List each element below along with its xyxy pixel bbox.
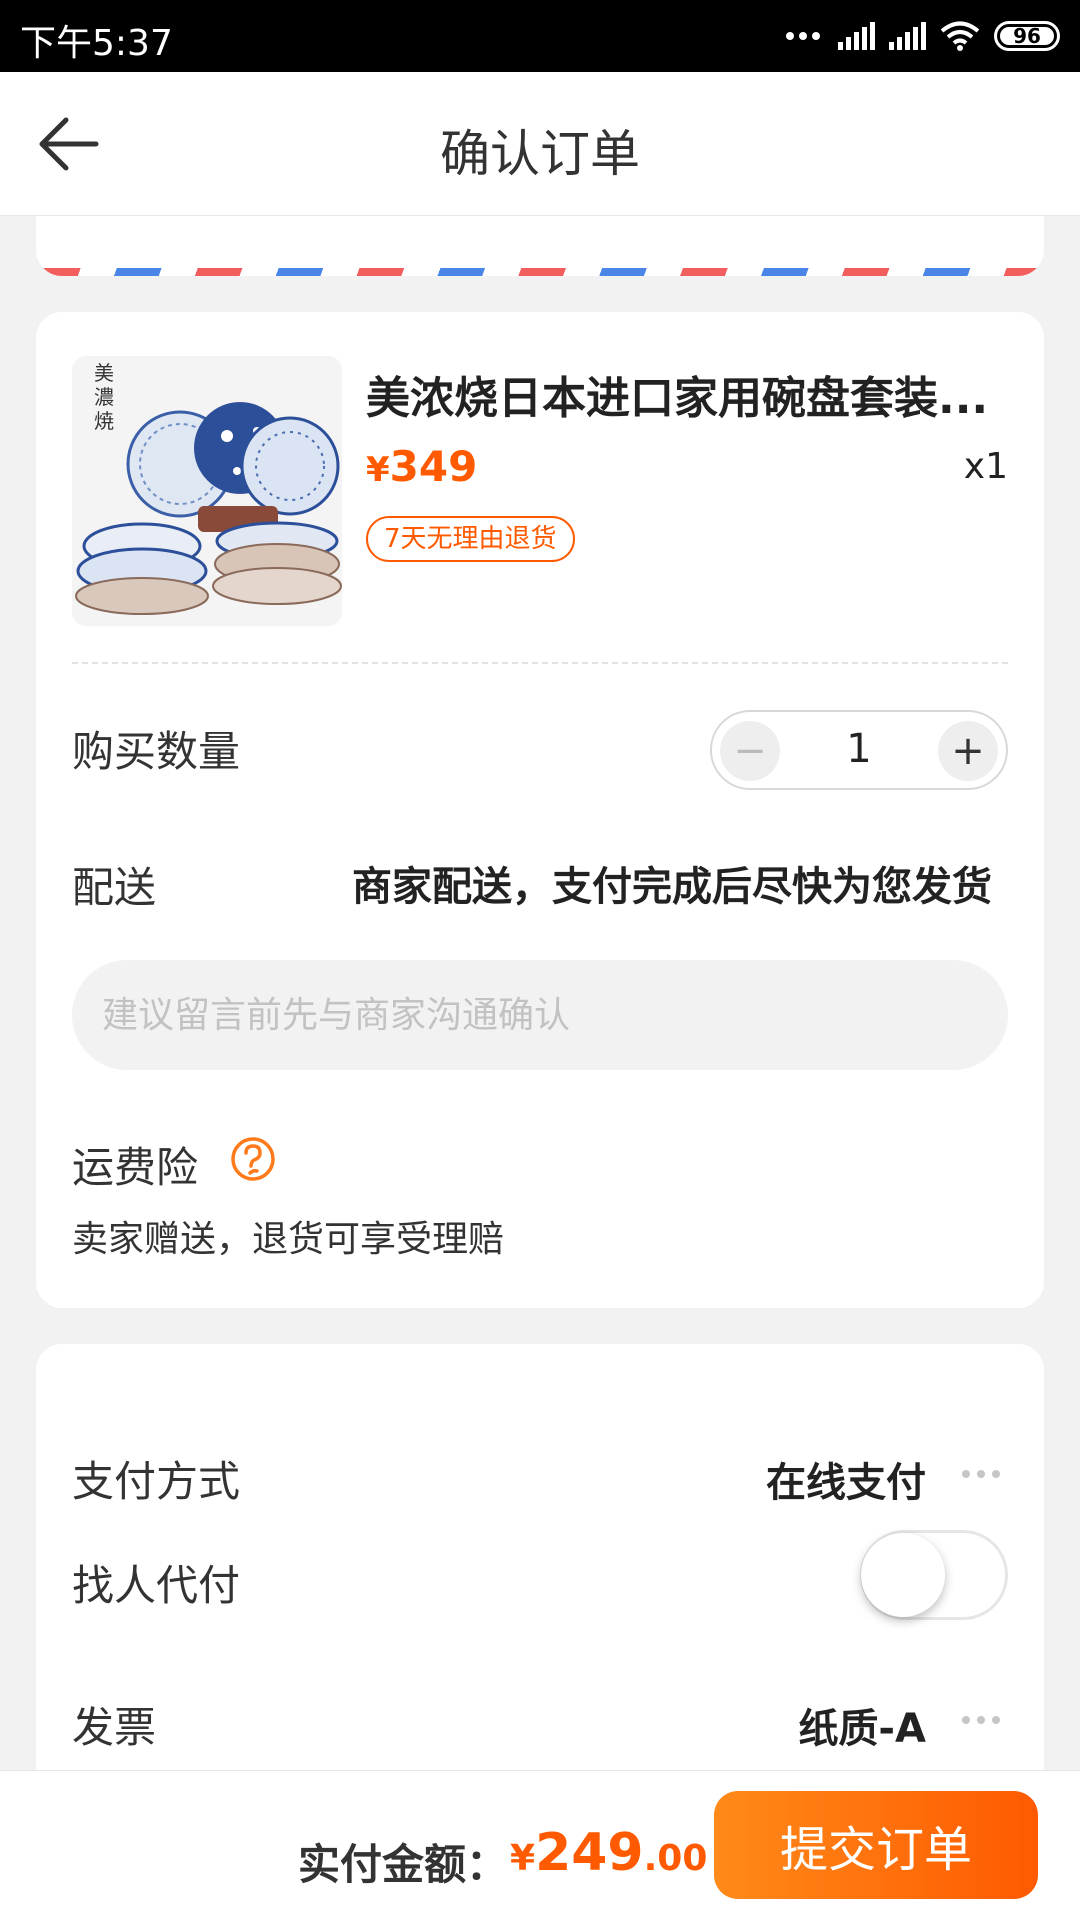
product-quantity: x1: [963, 446, 1008, 487]
total-integer: 249: [535, 1823, 644, 1883]
svg-text:焼: 焼: [94, 409, 114, 433]
total-label: 实付金额：: [298, 1840, 509, 1889]
delivery-label: 配送: [72, 863, 157, 912]
bowl-set-illustration: 美 濃 焼: [72, 356, 342, 626]
quantity-stepper: − 1 +: [710, 710, 1008, 790]
product-price: ¥349: [366, 442, 477, 491]
more-dots-icon: [786, 32, 820, 40]
total-currency: ¥: [510, 1838, 536, 1879]
increase-button[interactable]: +: [938, 721, 998, 781]
address-card[interactable]: [36, 216, 1044, 276]
order-card: 美 濃 焼 美浓烧日本进口家用碗盘套装... ¥349 x1 7天无理由退货 购…: [36, 312, 1044, 1308]
proxy-pay-label: 找人代付: [72, 1561, 241, 1610]
proxy-pay-toggle[interactable]: [860, 1530, 1008, 1620]
wifi-icon: [940, 21, 980, 51]
return-policy-badge: 7天无理由退货: [366, 516, 575, 562]
quantity-label: 购买数量: [72, 727, 241, 776]
payment-method-value[interactable]: 在线支付: [766, 1450, 926, 1508]
help-icon[interactable]: [230, 1136, 276, 1182]
page-title: 确认订单: [440, 125, 640, 183]
payment-card: 支付方式 在线支付 找人代付 发票 纸质-A: [36, 1344, 1044, 1804]
payment-method-label: 支付方式: [72, 1457, 241, 1506]
battery-level: 96: [1013, 24, 1041, 48]
delivery-value: 商家配送，支付完成后尽快为您发货: [352, 864, 992, 910]
insurance-description: 卖家赠送，退货可享受理赔: [72, 1219, 505, 1260]
signal-icon-2: [889, 22, 926, 50]
status-time: 下午5:37: [20, 23, 173, 64]
toggle-knob: [861, 1533, 945, 1617]
note-input[interactable]: [72, 960, 1008, 1070]
battery-icon: 96: [994, 21, 1060, 51]
svg-text:美: 美: [94, 361, 114, 385]
payment-more-icon[interactable]: [962, 1470, 1000, 1478]
total-amount: ¥249.00: [510, 1823, 707, 1883]
airmail-stripe: [36, 268, 1044, 276]
price-currency: ¥: [366, 450, 390, 490]
invoice-value[interactable]: 纸质-A: [798, 1696, 926, 1754]
insurance-label: 运费险: [72, 1143, 199, 1192]
svg-text:濃: 濃: [94, 385, 114, 409]
checkout-bar: 实付金额： ¥249.00 提交订单: [0, 1770, 1080, 1920]
product-name[interactable]: 美浓烧日本进口家用碗盘套装...: [366, 362, 1026, 426]
total-decimal: .00: [643, 1838, 708, 1879]
page-header: 确认订单: [0, 72, 1080, 216]
signal-icon: [838, 22, 875, 50]
price-value: 349: [389, 442, 478, 491]
dashed-divider: [72, 662, 1008, 664]
submit-order-button[interactable]: 提交订单: [714, 1791, 1038, 1899]
status-icons: 96: [786, 16, 1060, 56]
invoice-label: 发票: [72, 1703, 157, 1752]
product-image[interactable]: 美 濃 焼: [72, 356, 342, 626]
status-bar: 下午5:37 96: [0, 0, 1080, 72]
invoice-more-icon[interactable]: [962, 1716, 1000, 1724]
